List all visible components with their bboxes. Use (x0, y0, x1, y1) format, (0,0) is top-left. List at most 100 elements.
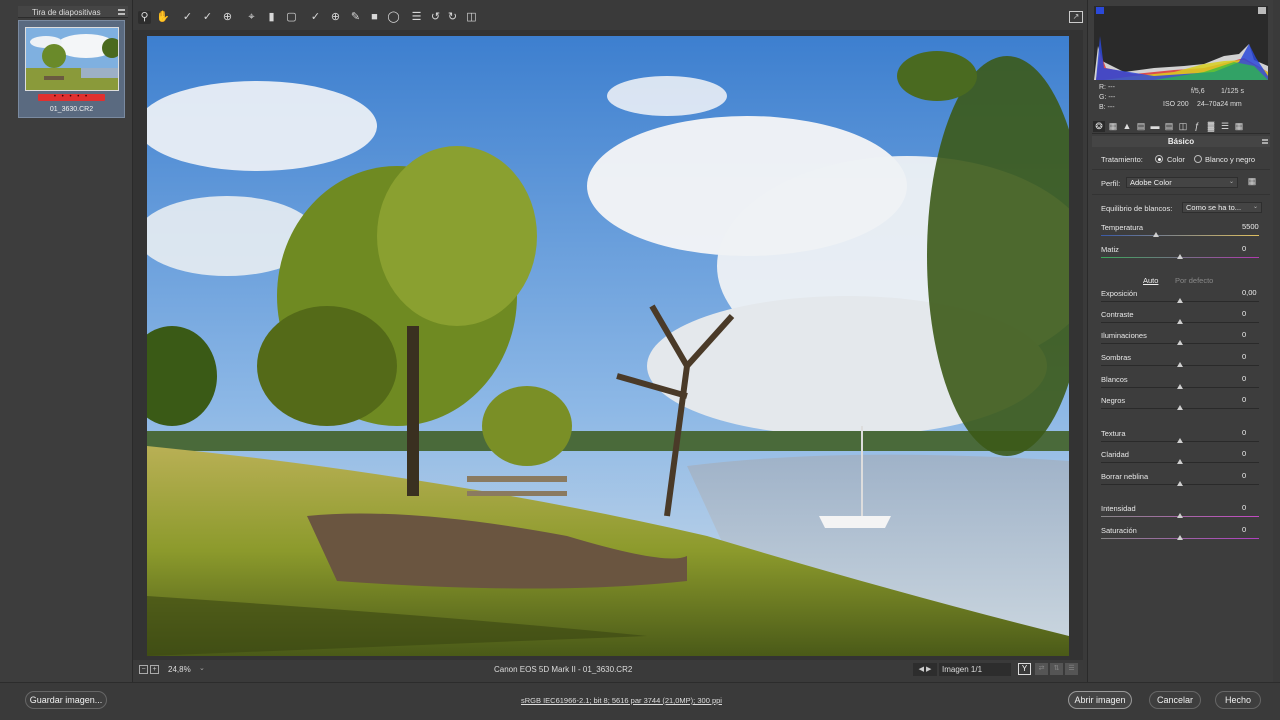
tab-hsl[interactable]: ▤ (1135, 121, 1147, 132)
panel-scrollbar[interactable] (1273, 0, 1280, 682)
slider-thumb[interactable] (1177, 384, 1183, 389)
fullscreen-icon[interactable]: ↗ (1069, 11, 1083, 23)
slider-track[interactable] (1101, 481, 1259, 486)
radial-filter-icon[interactable]: ◯ (387, 11, 400, 24)
slider-thumb[interactable] (1153, 232, 1160, 237)
slider-track[interactable] (1101, 384, 1259, 389)
slider-track[interactable] (1101, 254, 1259, 259)
lens: 24–70a24 mm (1197, 101, 1242, 108)
open-image-button[interactable]: Abrir imagen (1068, 691, 1132, 709)
slider-track[interactable] (1101, 319, 1259, 324)
slider-track[interactable] (1101, 405, 1259, 410)
slider-track[interactable] (1101, 459, 1259, 464)
panel-menu-icon[interactable] (1262, 139, 1268, 144)
before-after-toggle[interactable]: Y (1018, 663, 1031, 675)
slider-track[interactable] (1101, 340, 1259, 345)
slider-track[interactable] (1101, 362, 1259, 367)
slider-label: Borrar neblina (1101, 472, 1149, 481)
crop-icon[interactable]: ⌖ (245, 11, 258, 24)
slider-thumb[interactable] (1177, 459, 1183, 464)
tab-presets[interactable]: ☰ (1219, 121, 1231, 132)
preferences-icon[interactable]: ☰ (410, 11, 423, 24)
white-balance-icon[interactable]: ✓ (181, 11, 194, 24)
treatment-color-radio[interactable] (1155, 155, 1163, 163)
target-adjust-icon[interactable]: ⊕ (221, 11, 234, 24)
slider-value-field[interactable]: 0 (1240, 428, 1266, 438)
slider-thumb[interactable] (1177, 254, 1183, 259)
tab-split-toning[interactable]: ▬ (1149, 121, 1161, 132)
slider-thumb[interactable] (1177, 340, 1183, 345)
tab-lens[interactable]: ▤ (1163, 121, 1175, 132)
tab-calibration[interactable]: ▓ (1205, 121, 1217, 132)
slider-label: Intensidad (1101, 504, 1136, 513)
default-link[interactable]: Por defecto (1175, 276, 1213, 285)
zoom-dropdown-icon[interactable]: ⌄ (199, 664, 209, 674)
straighten-icon[interactable]: ▮ (265, 11, 278, 24)
slider-value-field[interactable]: 0,00 (1240, 288, 1266, 298)
graduated-filter-icon[interactable]: ■ (368, 11, 381, 24)
profile-browser-icon[interactable]: ▦ (1246, 176, 1258, 187)
copy-settings-icon[interactable]: ⇅ (1050, 663, 1063, 675)
slider-value-field[interactable]: 0 (1240, 352, 1266, 362)
tab-tone-curve[interactable]: ▦ (1107, 121, 1119, 132)
slider-track[interactable] (1101, 535, 1259, 540)
tab-basic[interactable]: ❂ (1093, 121, 1105, 132)
slider-value-field[interactable]: 0 (1240, 525, 1266, 535)
slider-value-field[interactable]: 0 (1240, 449, 1266, 459)
slider-track[interactable] (1101, 438, 1259, 443)
cancel-button[interactable]: Cancelar (1149, 691, 1201, 709)
image-count: Imagen 1/1 (942, 665, 983, 674)
tab-transform[interactable]: ◫ (1177, 121, 1189, 132)
filmstrip-menu-icon[interactable] (118, 9, 125, 15)
slider-thumb[interactable] (1177, 298, 1183, 303)
spot-removal-icon[interactable]: ✓ (309, 11, 322, 24)
slider-value-field[interactable]: 5500 (1240, 222, 1266, 232)
slider-thumb[interactable] (1177, 319, 1183, 324)
zoom-icon[interactable]: ⚲ (138, 11, 151, 24)
workflow-options-link[interactable]: sRGB IEC61966-2.1; bit 8; 5616 par 3744 … (521, 696, 722, 705)
slider-value-field[interactable]: 0 (1240, 309, 1266, 319)
slider-track[interactable] (1101, 513, 1259, 518)
slider-value-field[interactable]: 0 (1240, 503, 1266, 513)
image-nav-arrows[interactable]: ◀ ▶ (913, 663, 937, 676)
adjustment-brush-icon[interactable]: ✎ (349, 11, 362, 24)
zoom-out-button[interactable]: − (139, 665, 148, 674)
slider-track[interactable] (1101, 298, 1259, 303)
tab-effects-icon[interactable]: ƒ (1191, 121, 1203, 132)
preview-photo[interactable] (147, 36, 1069, 656)
slider-thumb[interactable] (1177, 362, 1183, 367)
red-eye-icon[interactable]: ⊕ (329, 11, 342, 24)
tab-detail[interactable]: ▲ (1121, 121, 1133, 132)
rating-label[interactable]: • • • • • (38, 94, 105, 101)
filmstrip-thumbnail[interactable]: • • • • • 01_3630.CR2 (18, 20, 125, 118)
rotate-cw-icon[interactable]: ↻ (446, 11, 459, 24)
hand-icon[interactable]: ✋ (156, 11, 170, 24)
slider-thumb[interactable] (1177, 405, 1183, 410)
auto-link[interactable]: Auto (1143, 276, 1158, 285)
slider-value-field[interactable]: 0 (1240, 374, 1266, 384)
zoom-in-button[interactable]: + (150, 665, 159, 674)
slider-value-field[interactable]: 0 (1240, 471, 1266, 481)
slider-value-field[interactable]: 0 (1240, 244, 1266, 254)
tab-snapshots[interactable]: ▦ (1233, 121, 1245, 132)
color-sampler-icon[interactable]: ✓ (201, 11, 214, 24)
slider-track[interactable] (1101, 232, 1259, 237)
slider-value-field[interactable]: 0 (1240, 395, 1266, 405)
white-balance-select[interactable]: Como se ha to... ⌄ (1182, 202, 1262, 213)
treatment-bw-radio[interactable] (1194, 155, 1202, 163)
slider-thumb[interactable] (1177, 513, 1183, 518)
slider-thumb[interactable] (1177, 535, 1183, 540)
save-image-button[interactable]: Guardar imagen... (25, 691, 107, 709)
slider-thumb[interactable] (1177, 438, 1183, 443)
slider-value-field[interactable]: 0 (1240, 330, 1266, 340)
rotate-ccw-icon[interactable]: ↺ (429, 11, 442, 24)
toggle-view-icon[interactable]: ☰ (1065, 663, 1078, 675)
trash-icon[interactable]: ◫ (465, 11, 478, 24)
slider-thumb[interactable] (1177, 481, 1183, 486)
divider (1092, 194, 1270, 195)
swap-view-icon[interactable]: ⇄ (1035, 663, 1048, 675)
iso: ISO 200 (1163, 101, 1189, 108)
transform-icon[interactable]: ▢ (285, 11, 298, 24)
done-button[interactable]: Hecho (1215, 691, 1261, 709)
profile-select[interactable]: Adobe Color ⌄ (1126, 177, 1238, 188)
